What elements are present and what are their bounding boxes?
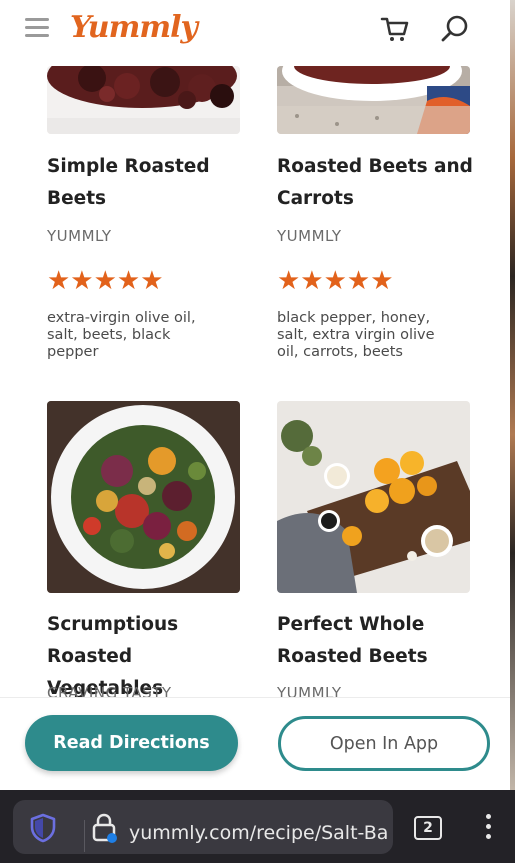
recipe-image[interactable] (47, 401, 240, 593)
url-text[interactable]: yummly.com/recipe/Salt-Ba (129, 822, 393, 844)
recipe-ingredients: black pepper, honey, salt, extra virgin … (277, 310, 435, 360)
shopping-cart-icon[interactable] (380, 14, 412, 46)
recipe-source[interactable]: YUMMLY (47, 227, 112, 245)
app-header: Yummly (0, 0, 510, 62)
recipe-title-line[interactable]: Roasted Beets and (277, 151, 477, 183)
recipe-title[interactable]: Roasted Beets and Carrots (277, 151, 477, 215)
recipe-title[interactable]: Perfect Whole Roasted Beets (277, 609, 477, 673)
recipe-title-line[interactable]: Roasted Beets (277, 641, 477, 673)
address-divider (84, 820, 85, 852)
background-page-edge (510, 0, 515, 790)
recipe-image[interactable] (47, 66, 240, 134)
recipe-source[interactable]: YUMMLY (277, 684, 342, 697)
recipe-source[interactable]: YUMMLY (277, 227, 342, 245)
action-bar: Read Directions Open In App (0, 697, 510, 790)
kebab-menu-icon[interactable] (484, 814, 492, 842)
lock-icon[interactable] (90, 812, 120, 844)
recipe-ingredients: extra-virgin olive oil, salt, beets, bla… (47, 310, 196, 360)
recipe-title-line[interactable]: Scrumptious Roasted (47, 609, 247, 673)
read-directions-button[interactable]: Read Directions (25, 715, 238, 771)
recipe-image[interactable] (277, 401, 470, 593)
hamburger-menu-icon[interactable] (25, 18, 49, 38)
rating-stars: ★★★★★ (47, 265, 164, 295)
yummly-logo[interactable]: Yummly (70, 10, 198, 45)
recipe-image[interactable] (277, 66, 470, 134)
recipe-title-line[interactable]: Beets (47, 183, 247, 215)
address-bar[interactable]: yummly.com/recipe/Salt-Ba (13, 800, 393, 854)
recipe-title[interactable]: Simple Roasted Beets (47, 151, 247, 215)
shield-icon[interactable] (29, 813, 57, 843)
rating-stars: ★★★★★ (277, 265, 394, 295)
search-icon[interactable] (440, 14, 472, 46)
recipe-source[interactable]: CRAVING TASTY (47, 684, 172, 697)
recipe-title-line[interactable]: Perfect Whole (277, 609, 477, 641)
recipe-title-line[interactable]: Carrots (277, 183, 477, 215)
recipe-title-line[interactable]: Simple Roasted (47, 151, 247, 183)
open-in-app-button[interactable]: Open In App (278, 716, 490, 771)
tab-count-button[interactable]: 2 (414, 816, 442, 840)
